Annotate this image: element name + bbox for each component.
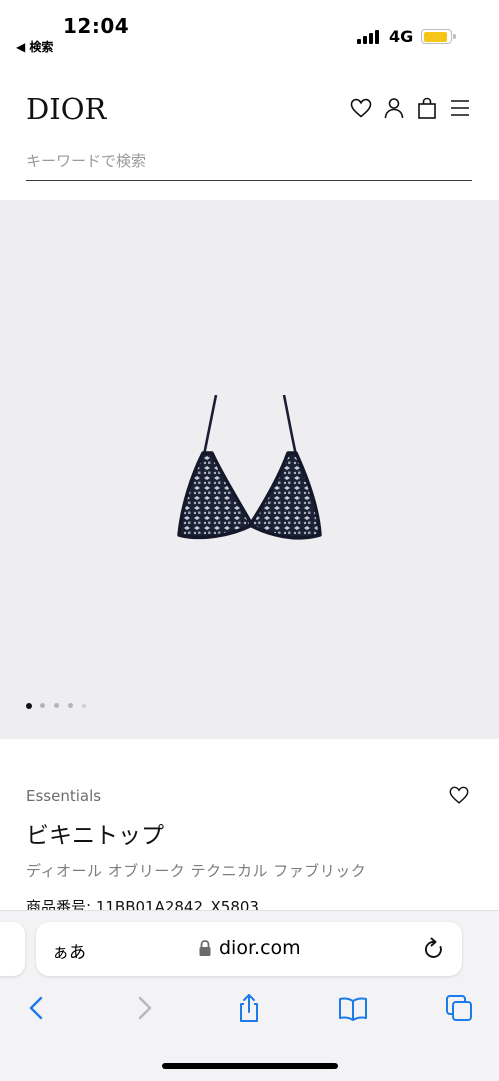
brand-logo[interactable]: DIOR <box>26 92 106 126</box>
bookmarks-book-icon[interactable] <box>338 993 368 1023</box>
tabs-overview-icon[interactable] <box>444 993 474 1023</box>
gallery-dot[interactable] <box>68 703 73 708</box>
back-chevron-icon[interactable] <box>22 993 52 1023</box>
search-field <box>26 146 472 181</box>
share-icon[interactable] <box>234 993 264 1023</box>
add-to-wishlist-heart-icon[interactable] <box>448 784 470 806</box>
back-to-app-link[interactable]: ◀ 検索 <box>16 38 53 55</box>
status-time: 12:04 <box>63 14 130 38</box>
bikini-top-image <box>177 395 322 540</box>
network-type: 4G <box>389 27 414 46</box>
user-icon[interactable] <box>382 96 406 120</box>
lock-icon <box>199 940 211 956</box>
gallery-dot[interactable] <box>26 702 32 709</box>
text-size-button[interactable]: ぁあ <box>52 938 86 963</box>
battery-icon <box>421 29 456 44</box>
search-input[interactable] <box>26 146 472 176</box>
forward-chevron-icon[interactable] <box>129 993 159 1023</box>
url-domain[interactable]: dior.com <box>219 937 301 959</box>
reload-icon[interactable] <box>423 937 445 961</box>
gallery-dot[interactable] <box>82 703 86 708</box>
menu-icon[interactable] <box>448 96 472 120</box>
cellular-signal-icon <box>357 30 383 44</box>
gallery-dot[interactable] <box>40 703 45 708</box>
previous-tab-peek[interactable] <box>0 922 25 976</box>
battery-level-fill <box>423 31 447 42</box>
product-subtitle: ディオール オブリーク テクニカル ファブリック <box>26 862 367 880</box>
heart-icon[interactable] <box>349 96 373 120</box>
gallery-dot[interactable] <box>54 703 59 708</box>
home-indicator[interactable] <box>162 1063 338 1069</box>
bag-icon[interactable] <box>415 96 439 120</box>
product-title: ビキニトップ <box>26 823 164 849</box>
product-category: Essentials <box>26 787 102 805</box>
